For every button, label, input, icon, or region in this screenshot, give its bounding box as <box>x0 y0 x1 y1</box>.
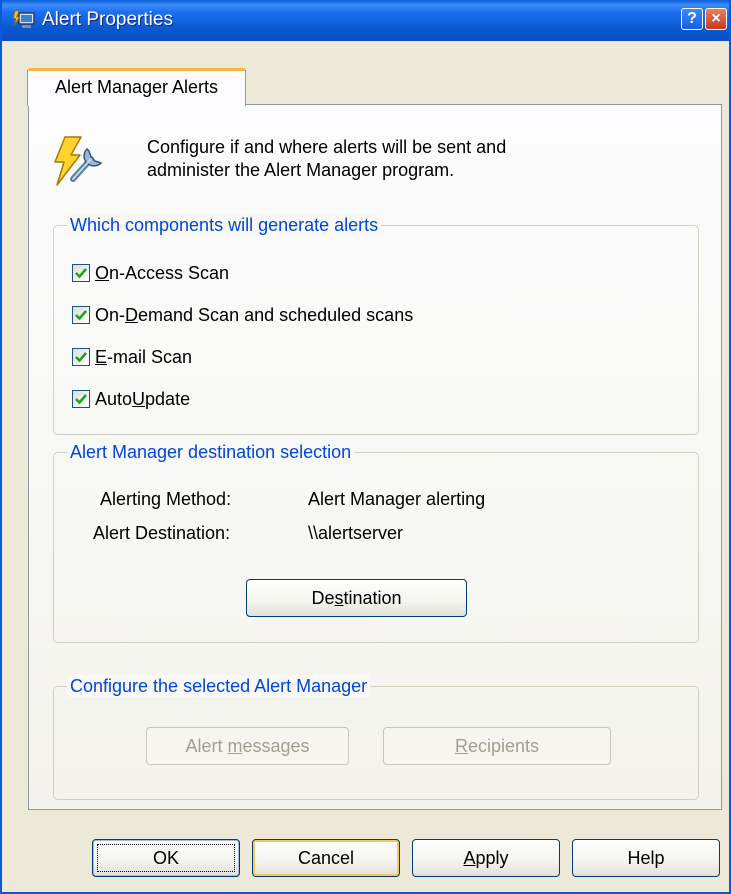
alert-messages-button[interactable]: Alert messages <box>146 727 349 765</box>
destination-group-title: Alert Manager destination selection <box>67 441 355 463</box>
checkbox-box[interactable] <box>72 348 90 366</box>
destination-group: Alert Manager destination selection Aler… <box>53 441 699 643</box>
header-description: Configure if and where alerts will be se… <box>147 136 627 182</box>
question-icon: ? <box>687 10 697 27</box>
checkbox-label: On-Access Scan <box>95 262 230 283</box>
components-group: Which components will generate alerts On… <box>53 214 699 435</box>
checkmark-icon <box>75 268 87 279</box>
title-bar[interactable]: Alert Properties ? × <box>2 0 729 41</box>
checkbox-label: On-Demand Scan and scheduled scans <box>95 304 414 325</box>
email-scan-checkbox[interactable]: E-mail Scan <box>72 346 192 368</box>
ok-button[interactable]: OK <box>92 839 240 877</box>
configure-group-title: Configure the selected Alert Manager <box>67 675 371 697</box>
destination-button[interactable]: Destination <box>246 579 467 617</box>
checkbox-box[interactable] <box>72 390 90 408</box>
alert-properties-window: Alert Properties ? × Alert Manager Alert… <box>0 0 731 894</box>
alerting-method-value: Alert Manager alerting <box>308 489 486 509</box>
tab-alert-manager-alerts[interactable]: Alert Manager Alerts <box>27 68 246 106</box>
autoupdate-checkbox[interactable]: AutoUpdate <box>72 388 190 410</box>
on-access-scan-checkbox[interactable]: On-Access Scan <box>72 262 229 284</box>
header-line-1: Configure if and where alerts will be se… <box>147 137 507 157</box>
close-icon: × <box>711 10 721 27</box>
alerting-method-label: Alerting Method: <box>100 489 232 509</box>
checkbox-box[interactable] <box>72 264 90 282</box>
alert-destination-label: Alert Destination: <box>93 523 231 543</box>
help-button[interactable]: Help <box>572 839 720 877</box>
components-group-title: Which components will generate alerts <box>67 214 382 236</box>
on-demand-scan-checkbox[interactable]: On-Demand Scan and scheduled scans <box>72 304 413 326</box>
close-title-button[interactable]: × <box>705 8 727 30</box>
checkbox-label: AutoUpdate <box>95 388 191 409</box>
checkmark-icon <box>75 310 87 321</box>
alert-destination-value: \\alertserver <box>308 523 404 543</box>
checkbox-box[interactable] <box>72 306 90 324</box>
window-title: Alert Properties <box>42 9 173 30</box>
apply-button[interactable]: Apply <box>412 839 560 877</box>
tab-label: Alert Manager Alerts <box>54 77 219 97</box>
checkmark-icon <box>75 352 87 363</box>
checkbox-label: E-mail Scan <box>95 346 193 367</box>
recipients-button[interactable]: Recipients <box>383 727 611 765</box>
help-title-button[interactable]: ? <box>681 8 703 30</box>
configure-group: Configure the selected Alert Manager Ale… <box>53 675 699 800</box>
lightning-wrench-icon <box>54 136 103 186</box>
computer-alert-icon <box>13 10 35 28</box>
tab-panel: Configure if and where alerts will be se… <box>28 104 722 810</box>
cancel-button[interactable]: Cancel <box>252 839 400 877</box>
checkmark-icon <box>75 394 87 405</box>
header-line-2: administer the Alert Manager program. <box>147 160 455 180</box>
